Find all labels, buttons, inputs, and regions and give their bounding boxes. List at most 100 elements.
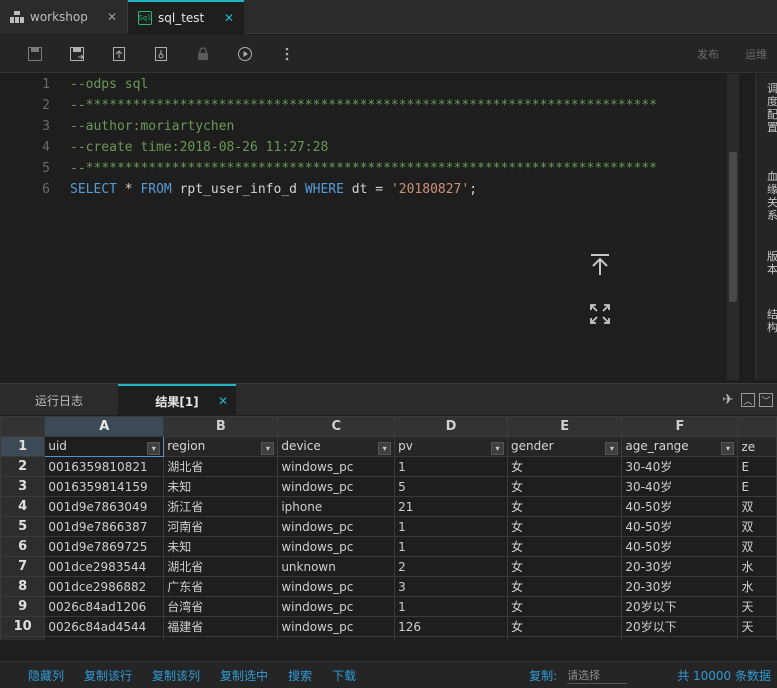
- table-cell[interactable]: 40-50岁: [621, 496, 739, 517]
- table-cell[interactable]: 女: [506, 536, 623, 557]
- table-cell[interactable]: unknown: [277, 556, 396, 577]
- more-icon[interactable]: [266, 35, 308, 73]
- table-cell[interactable]: 2: [394, 556, 508, 577]
- tab-sql-test[interactable]: Sql sql_test ✕: [128, 0, 244, 34]
- table-cell[interactable]: 湖北省: [163, 456, 279, 477]
- table-cell[interactable]: 20岁以下: [621, 596, 739, 617]
- row-number[interactable]: 1: [0, 436, 46, 457]
- copy-row-button[interactable]: 复制该行: [84, 667, 132, 684]
- column-header[interactable]: F: [621, 416, 739, 437]
- table-row[interactable]: 10 0026c84ad4544 福建省 windows_pc 126 女 20岁以下天: [0, 616, 777, 637]
- row-number[interactable]: 3: [0, 476, 46, 497]
- table-cell[interactable]: windows_pc: [277, 536, 396, 557]
- code-line[interactable]: 1 --odps sql: [0, 74, 740, 95]
- table-cell[interactable]: 女: [506, 616, 623, 637]
- table-row[interactable]: 4 001d9e7863049 浙江省 iphone 21 女 40-50岁双: [0, 496, 777, 517]
- column-header[interactable]: A: [44, 416, 165, 437]
- table-cell[interactable]: 河南省: [163, 516, 279, 537]
- table-cell[interactable]: 40-50岁: [621, 516, 739, 537]
- table-cell[interactable]: 20岁以下: [621, 636, 739, 640]
- table-cell[interactable]: 女: [506, 596, 623, 617]
- field-header-cell[interactable]: age_range ▾: [621, 436, 739, 457]
- table-cell[interactable]: 福建省: [163, 616, 279, 637]
- table-cell[interactable]: 1: [394, 596, 508, 617]
- row-number[interactable]: 6: [0, 536, 46, 557]
- table-cell[interactable]: 0016359810821: [44, 456, 165, 477]
- table-cell[interactable]: 女: [506, 476, 623, 497]
- scroll-to-top-icon[interactable]: [587, 252, 613, 278]
- code-line[interactable]: 6 SELECT * FROM rpt_user_info_d WHERE dt …: [0, 179, 740, 200]
- lock-icon[interactable]: [182, 35, 224, 73]
- table-row[interactable]: 9 0026c84ad1206 台湾省 windows_pc 1 女 20岁以下天: [0, 596, 777, 617]
- upload-icon[interactable]: [140, 35, 182, 73]
- save-as-icon[interactable]: [56, 35, 98, 73]
- result-grid[interactable]: ABCDEF 1 uid ▾ region ▾ device ▾ pv ▾ gender ▾ age_…: [0, 416, 777, 640]
- table-cell[interactable]: 0026c84ad7882: [44, 636, 165, 640]
- table-cell[interactable]: 1: [394, 536, 508, 557]
- row-number[interactable]: 9: [0, 596, 46, 617]
- run-icon[interactable]: [224, 35, 266, 73]
- field-header-cell[interactable]: region ▾: [163, 436, 279, 457]
- table-cell[interactable]: 双: [737, 496, 777, 517]
- table-cell[interactable]: 女: [506, 516, 623, 537]
- table-cell[interactable]: windows_pc: [277, 516, 396, 537]
- code-line[interactable]: 2 --*************************************…: [0, 95, 740, 116]
- column-header[interactable]: B: [163, 416, 279, 437]
- field-header-cell[interactable]: pv ▾: [394, 436, 508, 457]
- table-cell[interactable]: 女: [506, 556, 623, 577]
- row-number[interactable]: 11: [0, 636, 46, 640]
- column-header[interactable]: [737, 416, 777, 437]
- table-cell[interactable]: 126: [394, 616, 508, 637]
- table-cell[interactable]: 福建省: [163, 636, 279, 640]
- table-cell[interactable]: 20-30岁: [621, 576, 739, 597]
- copy-format-select[interactable]: 请选择: [567, 667, 628, 684]
- table-cell[interactable]: 双: [737, 516, 777, 537]
- table-cell[interactable]: 0026c84ad1206: [44, 596, 165, 617]
- table-row[interactable]: 7 001dce2983544 湖北省 unknown 2 女 20-30岁水: [0, 556, 777, 577]
- table-cell[interactable]: 女: [506, 576, 623, 597]
- table-cell[interactable]: 001dce2986882: [44, 576, 165, 597]
- table-cell[interactable]: 001d9e7863049: [44, 496, 165, 517]
- hide-column-button[interactable]: 隐藏列: [28, 667, 64, 684]
- table-cell[interactable]: E: [737, 456, 777, 477]
- download-button[interactable]: 下载: [332, 667, 356, 684]
- ops-button[interactable]: 运维: [745, 46, 767, 62]
- table-cell[interactable]: 3: [394, 576, 508, 597]
- field-header-cell[interactable]: device ▾: [277, 436, 396, 457]
- table-row[interactable]: 110026c84ad7882福建省windows_pc3女20岁以下天: [0, 636, 777, 640]
- side-item-structure[interactable]: 结构: [767, 308, 777, 334]
- chevron-down-icon[interactable]: ▾: [605, 441, 619, 455]
- table-cell[interactable]: 0026c84ad4544: [44, 616, 165, 637]
- fullscreen-icon[interactable]: [587, 301, 613, 327]
- code-line[interactable]: 4 --create time:2018-08-26 11:27:28: [0, 137, 740, 158]
- field-header-cell[interactable]: uid ▾: [44, 436, 165, 457]
- table-cell[interactable]: 天: [737, 636, 777, 640]
- row-number[interactable]: 5: [0, 516, 46, 537]
- tab-result[interactable]: 结果[1] ✕: [118, 384, 236, 416]
- row-number[interactable]: 8: [0, 576, 46, 597]
- table-cell[interactable]: 女: [506, 496, 623, 517]
- scrollbar-thumb[interactable]: [729, 152, 737, 302]
- table-cell[interactable]: 女: [506, 456, 623, 477]
- table-cell[interactable]: 湖北省: [163, 556, 279, 577]
- field-header-cell[interactable]: gender ▾: [506, 436, 623, 457]
- table-cell[interactable]: 001d9e7869725: [44, 536, 165, 557]
- copy-selection-button[interactable]: 复制选中: [220, 667, 268, 684]
- table-cell[interactable]: 未知: [163, 536, 279, 557]
- table-row[interactable]: 5 001d9e7866387 河南省 windows_pc 1 女 40-50岁双: [0, 516, 777, 537]
- column-header[interactable]: C: [277, 416, 396, 437]
- table-cell[interactable]: 女: [506, 636, 623, 640]
- table-cell[interactable]: windows_pc: [277, 596, 396, 617]
- table-cell[interactable]: 浙江省: [163, 496, 279, 517]
- table-cell[interactable]: 0016359814159: [44, 476, 165, 497]
- table-cell[interactable]: 30-40岁: [621, 476, 739, 497]
- table-cell[interactable]: 未知: [163, 476, 279, 497]
- close-icon[interactable]: ✕: [224, 11, 234, 25]
- editor-scrollbar[interactable]: [727, 74, 739, 380]
- tab-workshop[interactable]: workshop ✕: [0, 0, 128, 34]
- close-icon[interactable]: ✕: [218, 394, 228, 408]
- pin-icon[interactable]: ✈: [719, 392, 737, 408]
- chevron-down-icon[interactable]: ﹀: [759, 393, 773, 407]
- save-icon[interactable]: [14, 35, 56, 73]
- table-cell[interactable]: windows_pc: [277, 476, 396, 497]
